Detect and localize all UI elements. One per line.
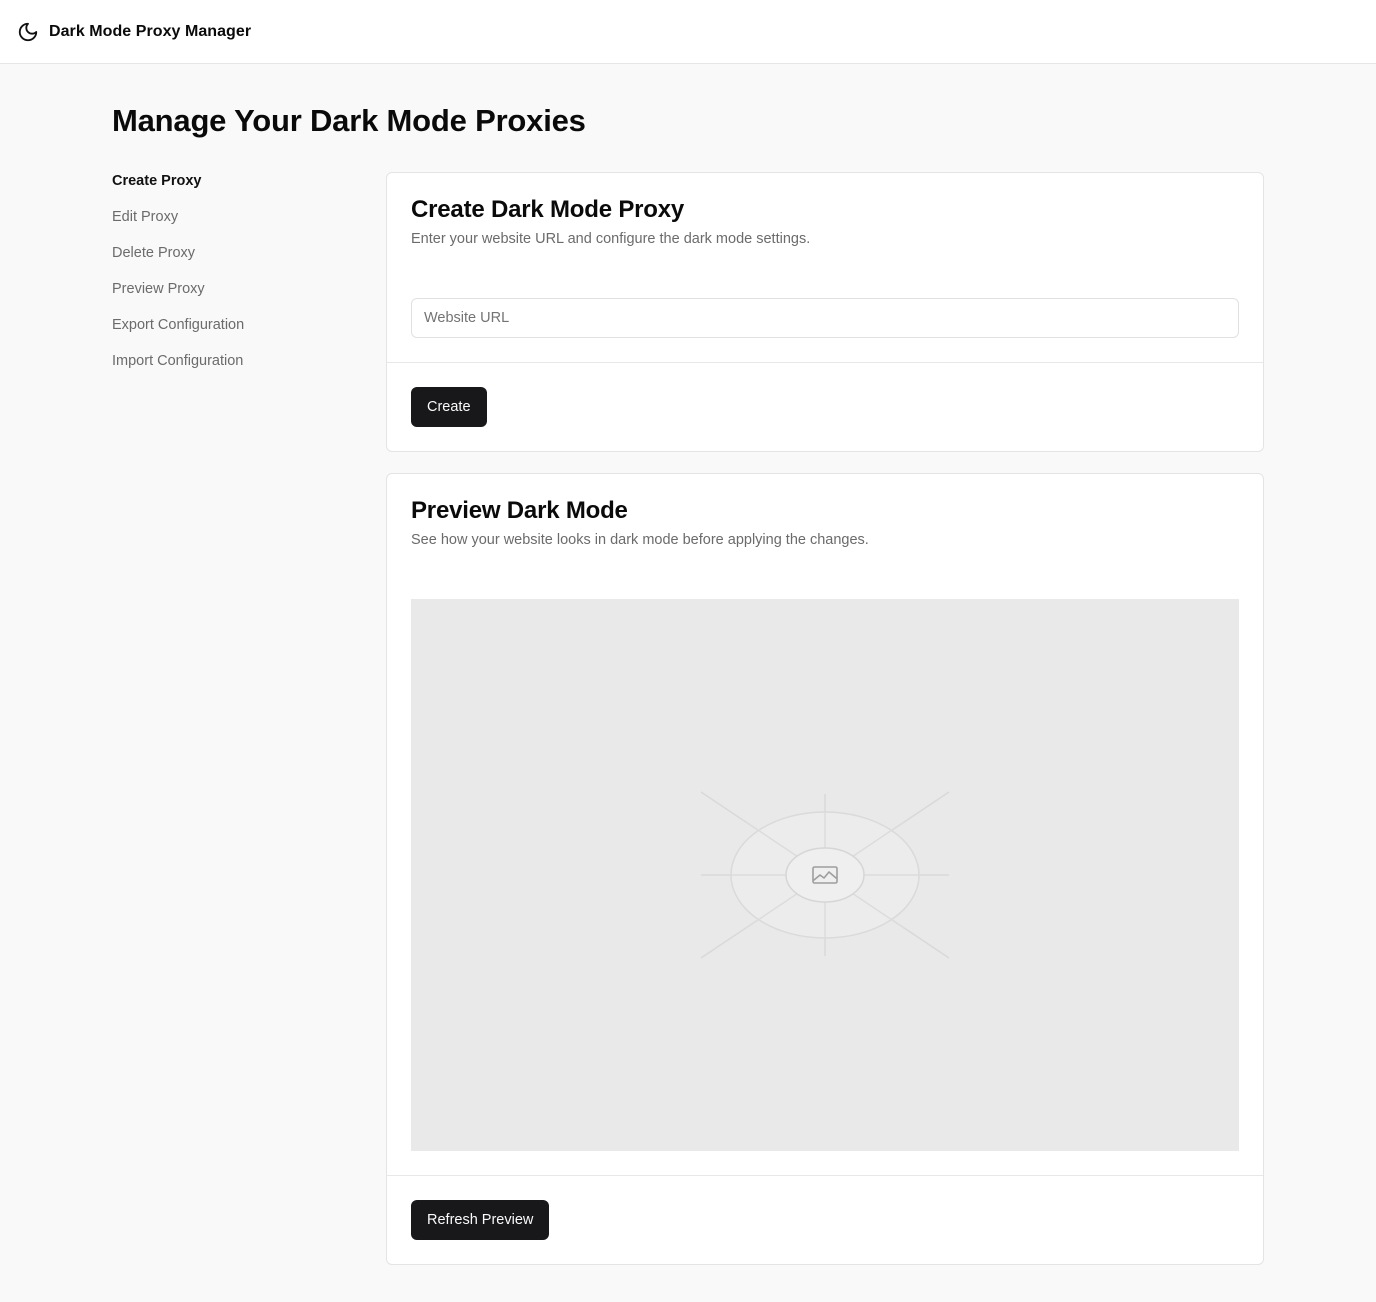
preview-dark-mode-card: Preview Dark Mode See how your website l… [386,473,1264,1265]
preview-image-placeholder [411,599,1239,1151]
preview-card-footer: Refresh Preview [387,1175,1263,1264]
image-placeholder-icon [700,791,950,959]
refresh-preview-button[interactable]: Refresh Preview [411,1200,550,1240]
create-proxy-card-title: Create Dark Mode Proxy [411,196,685,223]
sidebar-item-create-proxy[interactable]: Create Proxy [112,172,362,208]
create-proxy-card: Create Dark Mode Proxy Enter your websit… [386,172,1264,452]
create-button[interactable]: Create [411,387,487,427]
moon-icon [17,21,39,43]
sidebar-nav: Create Proxy Edit Proxy Delete Proxy Pre… [112,172,362,388]
sidebar-item-import-configuration[interactable]: Import Configuration [112,352,362,388]
website-url-input[interactable] [411,298,1239,338]
app-title: Dark Mode Proxy Manager [49,22,252,40]
create-proxy-card-header: Create Dark Mode Proxy Enter your websit… [387,173,1263,249]
preview-card-title: Preview Dark Mode [411,497,628,524]
top-bar: Dark Mode Proxy Manager [0,0,1376,64]
sidebar-item-preview-proxy[interactable]: Preview Proxy [112,280,362,316]
preview-card-description: See how your website looks in dark mode … [411,532,869,548]
sidebar-item-delete-proxy[interactable]: Delete Proxy [112,244,362,280]
create-proxy-card-footer: Create [387,362,1263,451]
create-proxy-card-description: Enter your website URL and configure the… [411,231,811,247]
preview-card-header: Preview Dark Mode See how your website l… [387,474,1263,550]
page-title: Manage Your Dark Mode Proxies [112,103,586,138]
sidebar-item-export-configuration[interactable]: Export Configuration [112,316,362,352]
sidebar-item-edit-proxy[interactable]: Edit Proxy [112,208,362,244]
